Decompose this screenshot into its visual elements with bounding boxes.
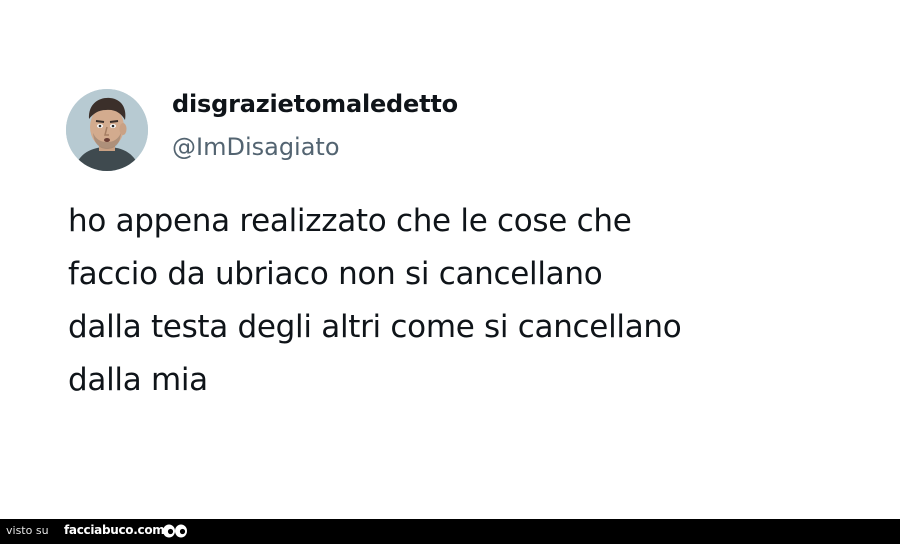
eyes-logo-icon — [162, 523, 188, 539]
user-handle[interactable]: @ImDisagiato — [172, 133, 340, 161]
user-display-name[interactable]: disgrazietomaledetto — [172, 90, 458, 118]
tweet-card: disgrazietomaledetto @ImDisagiato ho app… — [0, 0, 900, 519]
user-avatar[interactable] — [66, 89, 148, 171]
tweet-text: ho appena realizzato che le cose che fac… — [68, 203, 682, 398]
watermark-footer: visto su facciabuco.com — [0, 519, 900, 544]
footer-site-name[interactable]: facciabuco.com — [64, 523, 165, 537]
cartoon-face-avatar-icon — [66, 89, 148, 171]
footer-prefix: visto su — [6, 524, 49, 537]
